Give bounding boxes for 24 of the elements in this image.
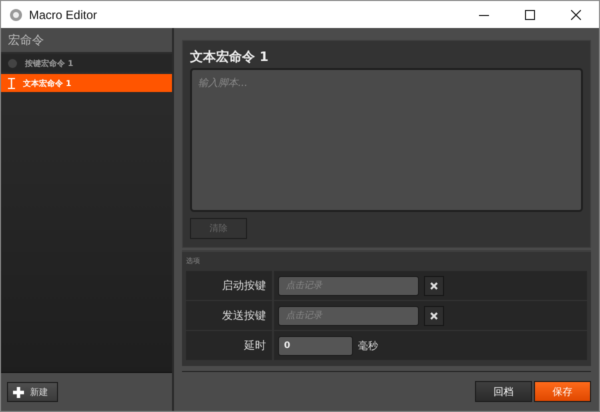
option-label: 发送按键	[186, 301, 272, 330]
close-icon	[430, 282, 438, 290]
circle-icon	[8, 58, 17, 68]
text-cursor-icon	[8, 78, 15, 88]
plus-icon	[13, 386, 24, 398]
macro-title: 文本宏命令 1	[190, 48, 270, 67]
maximize-icon	[525, 10, 535, 20]
script-input[interactable]: 输入脚本...	[190, 68, 583, 212]
close-icon	[571, 10, 581, 20]
delay-field[interactable]: 0	[278, 336, 353, 356]
unit-label: 毫秒	[358, 340, 378, 352]
clear-key-button[interactable]	[424, 276, 444, 296]
option-label: 启动按键	[186, 271, 272, 300]
window-title: Macro Editor	[29, 8, 98, 22]
macro-list-item[interactable]: 文本宏命令 1	[1, 74, 172, 92]
option-label: 延时	[186, 331, 272, 360]
new-button[interactable]: 新建	[7, 382, 58, 402]
macro-list-item[interactable]: 按键宏命令 1	[1, 54, 172, 72]
clear-key-button[interactable]	[424, 306, 444, 326]
gear-icon	[9, 8, 23, 22]
save-button[interactable]: 保存	[534, 381, 591, 402]
close-icon	[430, 312, 438, 320]
revert-button[interactable]: 回档	[475, 381, 532, 402]
sidebar-title: 宏命令	[8, 32, 44, 48]
